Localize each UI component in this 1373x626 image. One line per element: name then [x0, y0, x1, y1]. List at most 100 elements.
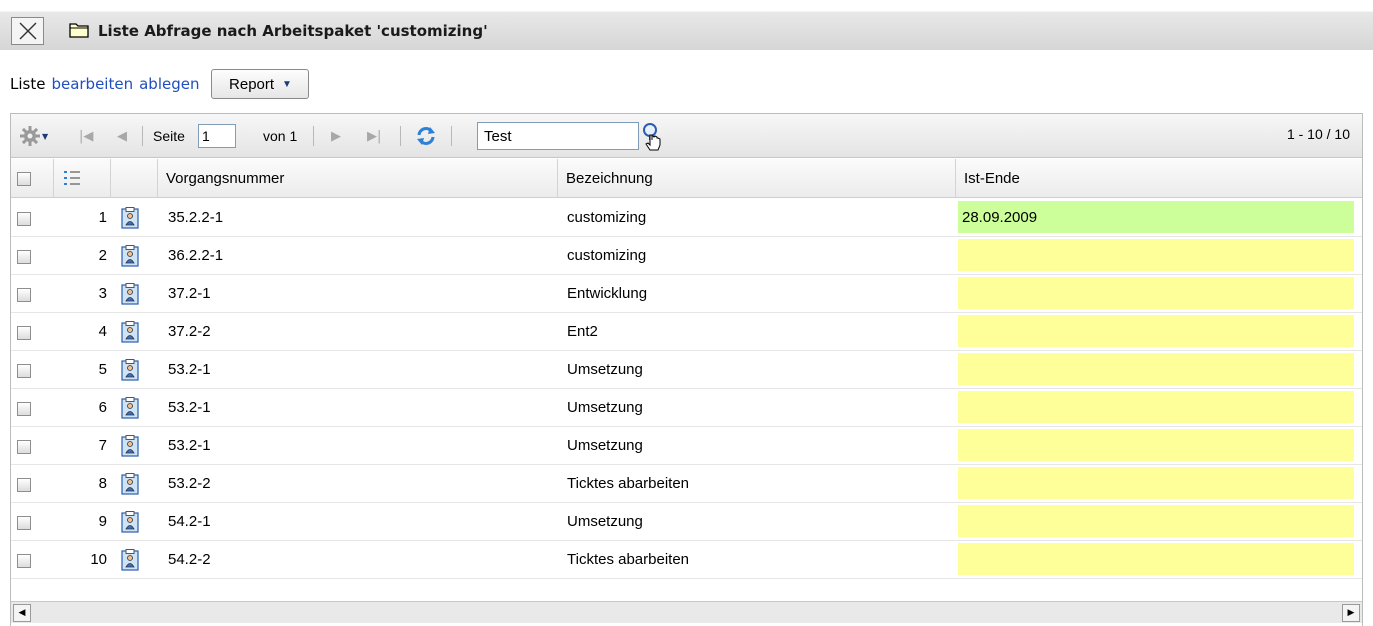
first-page-icon: |◀ [79, 128, 94, 144]
chevron-down-icon: ▼ [282, 78, 292, 90]
file-link[interactable]: ablegen [139, 75, 199, 93]
table-row[interactable]: 5 53.2-1 Umsetzung [11, 351, 1362, 389]
clipboard-person-icon[interactable] [121, 275, 139, 312]
cell-vorgangsnummer: 53.2-1 [168, 437, 211, 454]
settings-menu-button[interactable]: ▼ [19, 114, 48, 158]
row-checkbox[interactable] [17, 211, 31, 226]
table-row[interactable]: 9 54.2-1 Umsetzung [11, 503, 1362, 541]
clipboard-person-icon[interactable] [121, 503, 139, 540]
prev-page-button[interactable]: ◀ [117, 114, 127, 158]
row-number: 4 [98, 323, 107, 340]
list-actions: Liste bearbeiten ablegen Report ▼ [10, 69, 310, 99]
gear-icon [20, 126, 40, 146]
next-page-icon: ▶ [331, 128, 341, 144]
arrow-left-icon: ◀ [18, 608, 26, 618]
cell-vorgangsnummer: 36.2.2-1 [168, 247, 224, 264]
cell-ist-ende [958, 429, 1354, 461]
table-row[interactable]: 2 36.2.2-1 customizing [11, 237, 1362, 275]
clipboard-person-icon[interactable] [121, 389, 139, 426]
table-header: Vorgangsnummer Bezeichnung Ist-Ende [11, 159, 1362, 198]
cell-ist-ende [958, 391, 1354, 423]
cell-ist-ende [958, 277, 1354, 309]
cell-vorgangsnummer: 53.2-1 [168, 361, 211, 378]
clipboard-person-icon[interactable] [121, 427, 139, 464]
cell-vorgangsnummer: 35.2.2-1 [168, 209, 224, 226]
cell-bezeichnung: customizing [567, 209, 647, 226]
row-checkbox[interactable] [17, 325, 31, 340]
clipboard-person-icon[interactable] [121, 313, 139, 350]
window-title: Liste Abfrage nach Arbeitspaket 'customi… [98, 22, 488, 40]
last-page-icon: ▶| [367, 128, 382, 144]
row-number: 9 [98, 513, 107, 530]
row-number: 7 [98, 437, 107, 454]
scroll-left-button[interactable]: ◀ [13, 604, 31, 622]
row-checkbox[interactable] [17, 477, 31, 492]
row-checkbox[interactable] [17, 515, 31, 530]
search-input[interactable] [477, 122, 639, 150]
cell-bezeichnung: Umsetzung [567, 513, 643, 530]
clipboard-person-icon[interactable] [121, 199, 139, 236]
grid-toolbar: ▼ |◀ ◀ Seite von 1 ▶ ▶| [11, 114, 1362, 158]
row-checkbox[interactable] [17, 363, 31, 378]
list-label: Liste [10, 75, 46, 93]
chevron-down-icon: ▼ [42, 131, 49, 141]
clipboard-person-icon[interactable] [121, 465, 139, 502]
clipboard-person-icon[interactable] [121, 237, 139, 274]
clipboard-person-icon[interactable] [121, 541, 139, 578]
cell-bezeichnung: Ticktes abarbeiten [567, 475, 690, 492]
row-checkbox[interactable] [17, 439, 31, 454]
column-header-ist-ende[interactable]: Ist-Ende [956, 159, 1362, 198]
table-row[interactable]: 6 53.2-1 Umsetzung [11, 389, 1362, 427]
row-number: 8 [98, 475, 107, 492]
row-number: 3 [98, 285, 107, 302]
cell-vorgangsnummer: 37.2-2 [168, 323, 211, 340]
scroll-right-button[interactable]: ▶ [1342, 604, 1360, 622]
page-label: Seite [153, 128, 185, 144]
table-row[interactable]: 1 35.2.2-1 customizing 28.09.2009 [11, 199, 1362, 237]
cell-vorgangsnummer: 54.2-2 [168, 551, 211, 568]
title-bar: Liste Abfrage nach Arbeitspaket 'customi… [0, 0, 1373, 50]
table-row[interactable]: 8 53.2-2 Ticktes abarbeiten [11, 465, 1362, 503]
cell-bezeichnung: Ent2 [567, 323, 598, 340]
table-row[interactable]: 10 54.2-2 Ticktes abarbeiten [11, 541, 1362, 579]
clipboard-person-icon[interactable] [121, 351, 139, 388]
select-all-header[interactable] [11, 159, 54, 198]
report-dropdown-button[interactable]: Report ▼ [211, 69, 310, 99]
cell-bezeichnung: customizing [567, 247, 647, 264]
column-header-bezeichnung[interactable]: Bezeichnung [558, 159, 956, 198]
row-checkbox[interactable] [17, 401, 31, 416]
arrow-right-icon: ▶ [1347, 608, 1355, 618]
row-checkbox[interactable] [17, 553, 31, 568]
cell-bezeichnung: Umsetzung [567, 437, 643, 454]
cell-vorgangsnummer: 53.2-2 [168, 475, 211, 492]
last-page-button[interactable]: ▶| [367, 114, 381, 158]
cell-vorgangsnummer: 54.2-1 [168, 513, 211, 530]
close-button[interactable] [11, 17, 44, 45]
row-checkbox[interactable] [17, 287, 31, 302]
table-row[interactable]: 4 37.2-2 Ent2 [11, 313, 1362, 351]
column-header-vorgangsnummer[interactable]: Vorgangsnummer [158, 159, 558, 198]
row-number: 6 [98, 399, 107, 416]
table-body: 1 35.2.2-1 customizing 28.09.2009 2 36.2.2-1 c… [11, 199, 1362, 579]
first-page-button[interactable]: |◀ [79, 114, 93, 158]
cell-bezeichnung: Entwicklung [567, 285, 648, 302]
table-row[interactable]: 7 53.2-1 Umsetzung [11, 427, 1362, 465]
edit-link[interactable]: bearbeiten [51, 75, 133, 93]
page-number-input[interactable] [198, 124, 236, 148]
next-page-button[interactable]: ▶ [331, 114, 341, 158]
search-button[interactable] [641, 114, 667, 158]
row-checkbox[interactable] [17, 249, 31, 264]
refresh-button[interactable] [415, 114, 437, 158]
paging-info: 1 - 10 / 10 [1286, 126, 1350, 142]
row-number: 5 [98, 361, 107, 378]
cell-ist-ende [958, 505, 1354, 537]
horizontal-scrollbar[interactable]: ◀ ▶ [11, 601, 1362, 623]
refresh-icon [417, 127, 435, 145]
select-all-checkbox[interactable] [17, 171, 31, 186]
close-icon [19, 22, 37, 40]
cell-ist-ende: 28.09.2009 [958, 201, 1354, 233]
cell-ist-ende [958, 467, 1354, 499]
folder-icon [69, 23, 89, 38]
table-row[interactable]: 3 37.2-1 Entwicklung [11, 275, 1362, 313]
row-number-header [54, 159, 111, 198]
